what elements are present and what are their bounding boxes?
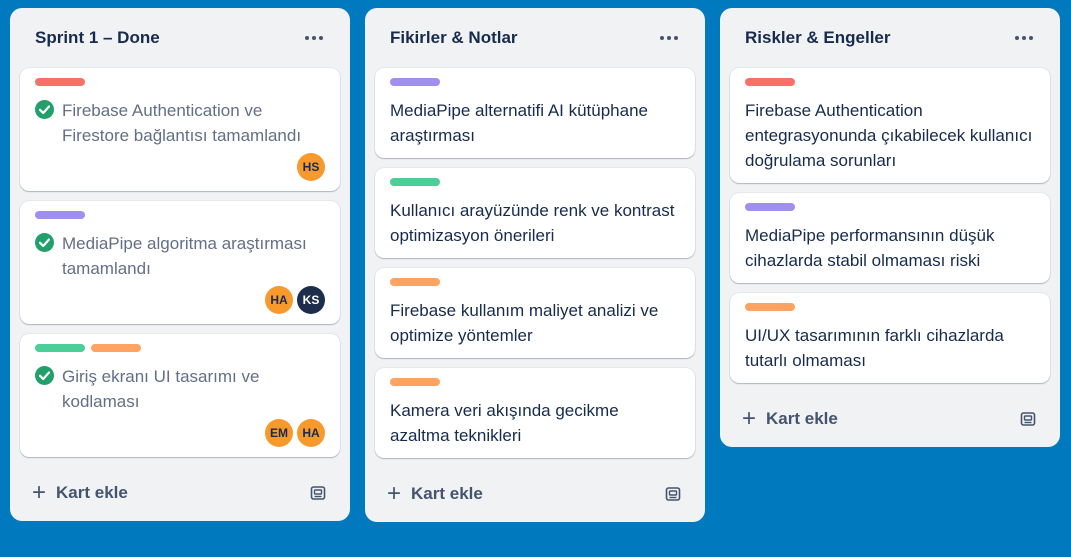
- list-header: Sprint 1 – Done: [20, 8, 340, 68]
- label-orange[interactable]: [390, 278, 440, 286]
- card-title: Kullanıcı arayüzünde renk ve kontrast op…: [390, 201, 675, 245]
- avatar[interactable]: KS: [297, 286, 325, 314]
- card-labels: [390, 78, 680, 86]
- list-menu-icon[interactable]: [1012, 26, 1036, 50]
- avatar[interactable]: HA: [265, 286, 293, 314]
- list-sprint-1-done: Sprint 1 – Done Firebase Authentication …: [10, 8, 350, 521]
- check-circle-icon: [35, 100, 54, 119]
- card-labels: [390, 378, 680, 386]
- list-header: Riskler & Engeller: [730, 8, 1050, 68]
- card-members: HA KS: [35, 286, 325, 314]
- card-labels: [390, 278, 680, 286]
- label-orange[interactable]: [91, 344, 141, 352]
- card-title: Giriş ekranı UI tasarımı ve kodlaması: [62, 367, 260, 411]
- list-menu-icon[interactable]: [302, 26, 326, 50]
- list-title[interactable]: Fikirler & Notlar: [390, 28, 518, 48]
- label-purple[interactable]: [390, 78, 440, 86]
- card-template-icon[interactable]: [663, 484, 683, 504]
- card[interactable]: UI/UX tasarımının farklı cihazlarda tuta…: [730, 293, 1050, 383]
- card-labels: [35, 344, 325, 352]
- card-labels: [35, 78, 325, 86]
- label-purple[interactable]: [35, 211, 85, 219]
- list-footer: + Kart ekle: [730, 391, 1050, 447]
- card-title: Firebase kullanım maliyet analizi ve opt…: [390, 301, 659, 345]
- card-labels: [35, 211, 325, 219]
- card[interactable]: MediaPipe performansının düşük cihazlard…: [730, 193, 1050, 283]
- card[interactable]: Firebase Authentication entegrasyonunda …: [730, 68, 1050, 183]
- label-orange[interactable]: [390, 378, 440, 386]
- card[interactable]: Firebase kullanım maliyet analizi ve opt…: [375, 268, 695, 358]
- list-header: Fikirler & Notlar: [375, 8, 695, 68]
- add-card-label: Kart ekle: [766, 409, 838, 428]
- add-card-label: Kart ekle: [411, 484, 483, 503]
- check-circle-icon: [35, 366, 54, 385]
- card[interactable]: MediaPipe alternatifi AI kütüphane araşt…: [375, 68, 695, 158]
- label-red[interactable]: [745, 78, 795, 86]
- card[interactable]: Giriş ekranı UI tasarımı ve kodlaması EM…: [20, 334, 340, 457]
- card-template-icon[interactable]: [308, 483, 328, 503]
- label-orange[interactable]: [745, 303, 795, 311]
- card-title: UI/UX tasarımının farklı cihazlarda tuta…: [745, 326, 1004, 370]
- card-template-icon[interactable]: [1018, 409, 1038, 429]
- list-title[interactable]: Riskler & Engeller: [745, 28, 891, 48]
- card-labels: [745, 203, 1035, 211]
- label-green[interactable]: [390, 178, 440, 186]
- card-title: MediaPipe alternatifi AI kütüphane araşt…: [390, 101, 649, 145]
- label-red[interactable]: [35, 78, 85, 86]
- card[interactable]: MediaPipe algoritma araştırması tamamlan…: [20, 201, 340, 324]
- card-title: Firebase Authentication entegrasyonunda …: [745, 101, 1033, 170]
- card-title: MediaPipe algoritma araştırması tamamlan…: [62, 234, 307, 278]
- label-purple[interactable]: [745, 203, 795, 211]
- list-fikirler-notlar: Fikirler & Notlar MediaPipe alternatifi …: [365, 8, 705, 522]
- add-card-button[interactable]: + Kart ekle: [387, 480, 483, 507]
- list-title[interactable]: Sprint 1 – Done: [35, 28, 160, 48]
- avatar[interactable]: EM: [265, 419, 293, 447]
- avatar[interactable]: HS: [297, 153, 325, 181]
- card[interactable]: Firebase Authentication ve Firestore bağ…: [20, 68, 340, 191]
- plus-icon: +: [32, 479, 47, 506]
- card-labels: [745, 78, 1035, 86]
- plus-icon: +: [387, 480, 402, 507]
- avatar[interactable]: HA: [297, 419, 325, 447]
- card-title: Firebase Authentication ve Firestore bağ…: [62, 101, 302, 145]
- card-labels: [745, 303, 1035, 311]
- add-card-button[interactable]: + Kart ekle: [742, 405, 838, 432]
- list-footer: + Kart ekle: [20, 465, 340, 521]
- card-title: MediaPipe performansının düşük cihazlard…: [745, 226, 995, 270]
- add-card-button[interactable]: + Kart ekle: [32, 479, 128, 506]
- list-riskler-engeller: Riskler & Engeller Firebase Authenticati…: [720, 8, 1060, 447]
- card-members: HS: [35, 153, 325, 181]
- card-labels: [390, 178, 680, 186]
- label-green[interactable]: [35, 344, 85, 352]
- card[interactable]: Kullanıcı arayüzünde renk ve kontrast op…: [375, 168, 695, 258]
- list-footer: + Kart ekle: [375, 466, 695, 522]
- plus-icon: +: [742, 405, 757, 432]
- add-card-label: Kart ekle: [56, 483, 128, 502]
- card-title: Kamera veri akışında gecikme azaltma tek…: [390, 401, 619, 445]
- list-menu-icon[interactable]: [657, 26, 681, 50]
- card[interactable]: Kamera veri akışında gecikme azaltma tek…: [375, 368, 695, 458]
- card-members: EM HA: [35, 419, 325, 447]
- check-circle-icon: [35, 233, 54, 252]
